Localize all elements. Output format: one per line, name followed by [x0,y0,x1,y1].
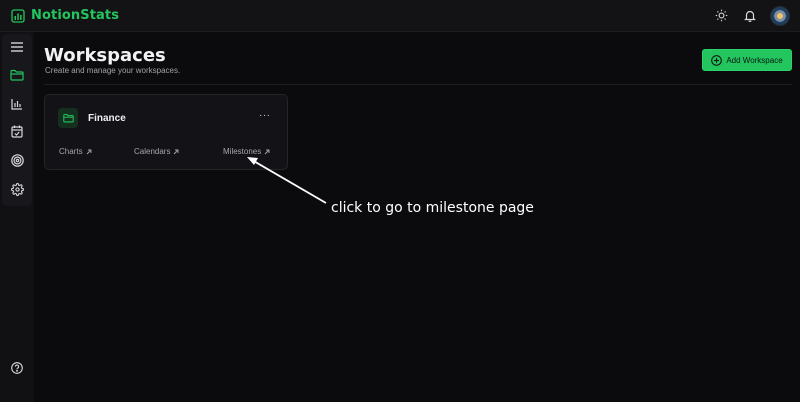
sidebar-nav [2,34,32,206]
folder-icon [58,108,78,128]
page-title: Workspaces [44,45,166,66]
brand-logo-icon [11,8,25,23]
sidebar-item-calendar[interactable] [2,120,32,149]
workspace-link-charts[interactable]: Charts [59,147,92,156]
help-icon [11,361,23,379]
workspace-link-calendars[interactable]: Calendars [134,147,179,156]
theme-toggle-icon[interactable] [713,8,729,24]
bell-icon[interactable] [742,8,758,24]
sidebar-item-charts[interactable] [2,91,32,120]
more-options-button[interactable]: ··· [259,110,271,121]
folder-icon [10,68,24,86]
calendar-icon [11,125,23,143]
sidebar-item-workspaces[interactable] [2,63,32,92]
menu-icon [11,39,23,57]
add-workspace-label: Add Workspace [726,55,783,65]
bar-chart-icon [11,97,23,115]
arrow-up-right-icon [173,149,179,155]
add-workspace-button[interactable]: Add Workspace [702,49,792,71]
page-subtitle: Create and manage your workspaces. [45,66,181,75]
target-icon [10,154,24,172]
sidebar-item-settings[interactable] [2,177,32,206]
link-label: Charts [59,147,83,156]
sidebar-menu-toggle[interactable] [2,34,32,63]
app-name: NotionStats [31,8,120,23]
link-label: Milestones [223,147,262,156]
brand[interactable]: NotionStats [11,8,119,23]
gear-icon [10,182,24,201]
avatar[interactable] [770,5,790,26]
workspace-link-milestones[interactable]: Milestones [223,147,270,156]
arrow-up-right-icon [86,149,92,155]
sidebar-item-milestones[interactable] [2,149,32,178]
link-label: Calendars [134,147,171,156]
annotation-text: click to go to milestone page [331,200,534,216]
top-bar: NotionStats [0,0,800,32]
divider [44,84,792,85]
sidebar [0,32,34,402]
arrow-up-right-icon [264,149,270,155]
main-content: Workspaces Create and manage your worksp… [44,32,792,402]
workspace-name: Finance [88,113,126,124]
plus-circle-icon [711,54,723,66]
sidebar-help[interactable] [0,360,34,380]
top-actions [700,5,790,26]
workspace-card[interactable]: Finance ··· Charts Calendars Milestones [44,94,288,170]
